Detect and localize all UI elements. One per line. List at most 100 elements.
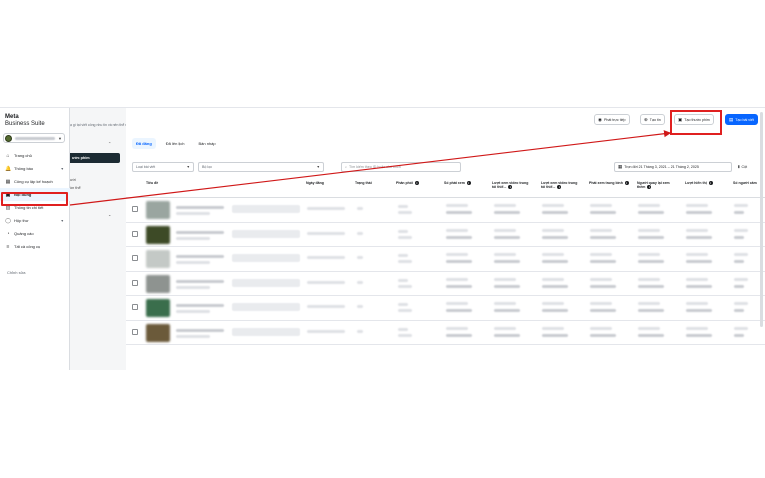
header-reach[interactable]: Lượt hiển thị i xyxy=(685,181,713,185)
table-row[interactable] xyxy=(126,296,765,321)
header-plays[interactable]: Số phát xem i xyxy=(444,181,471,185)
highlight-box-create-reel xyxy=(670,110,722,135)
header-rewatch[interactable]: Người quay lại xem thêm i xyxy=(637,181,677,190)
calendar-icon: ▦ xyxy=(618,164,623,169)
post-thumbnail xyxy=(146,250,170,268)
sidebar-item[interactable]: ⌂ Trang chủ xyxy=(0,149,70,162)
header-status[interactable]: Trạng thái xyxy=(355,181,372,185)
post-date-blurred xyxy=(307,329,345,333)
distribution-sub-blurred xyxy=(398,235,412,239)
sidebar-item[interactable]: ◯ Hộp thư ▼ xyxy=(0,214,70,227)
row-checkbox[interactable] xyxy=(132,230,138,237)
table-row[interactable] xyxy=(126,223,765,247)
header-reach-label: Lượt hiển thị xyxy=(685,181,707,185)
status-filter-select[interactable]: Bộ lọc ▼ xyxy=(198,162,324,172)
metric-value-blurred xyxy=(590,277,612,281)
table-row[interactable] xyxy=(126,321,765,345)
boost-button-blurred xyxy=(232,205,300,213)
menu-icon: ≡ xyxy=(6,243,10,250)
create-story-button[interactable]: ⊕ Tạo tin xyxy=(640,114,665,125)
meta-logo[interactable]: Meta Business Suite xyxy=(5,114,45,127)
sidebar-item[interactable]: ≡ Tất cả công cụ xyxy=(0,240,70,253)
header-views-full[interactable]: Lượt xem video trung tối thiể... i xyxy=(541,181,581,190)
scrollbar[interactable] xyxy=(760,112,763,327)
row-checkbox[interactable] xyxy=(132,206,138,212)
metric-bar-blurred xyxy=(590,235,616,239)
post-caption-blurred xyxy=(176,279,224,283)
table-row[interactable] xyxy=(126,198,765,223)
row-checkbox[interactable] xyxy=(132,279,138,286)
chevron-down-icon[interactable]: ⌄ xyxy=(108,212,111,217)
table-row[interactable] xyxy=(126,272,765,296)
metric-bar-blurred xyxy=(542,333,568,337)
post-type-select[interactable]: Loại bài viết ▼ xyxy=(132,162,194,172)
post-date-blurred xyxy=(307,231,345,235)
subpanel-item[interactable]: ồn thể xyxy=(70,186,81,190)
date-range-picker[interactable]: ▦ Trọn đời 21 Tháng 3, 2021 – 21 Tháng 2… xyxy=(614,162,732,172)
row-checkbox[interactable] xyxy=(132,255,138,261)
metric-value-blurred xyxy=(494,302,516,305)
metric-bar-blurred xyxy=(590,333,616,337)
info-icon[interactable]: i xyxy=(414,181,419,185)
boost-button-blurred xyxy=(232,327,300,336)
post-meta-blurred xyxy=(176,236,210,240)
account-name-blurred xyxy=(15,136,55,140)
post-thumbnail xyxy=(146,225,170,244)
status-filter-label: Bộ lọc xyxy=(202,165,212,169)
go-live-button[interactable]: ◉ Phát trực tiếp xyxy=(594,114,630,125)
metric-value-blurred xyxy=(542,228,564,232)
search-input[interactable]: ⌕ Tìm kiếm theo ID hoặc chú thích xyxy=(341,162,461,172)
sidebar-item[interactable]: ▦ Công cụ lập kế hoạch xyxy=(0,175,70,188)
info-icon[interactable]: i xyxy=(466,181,471,185)
info-icon[interactable]: i xyxy=(647,185,652,190)
sidebar-item[interactable]: ◔ Quảng cáo xyxy=(0,227,70,240)
metric-bar-blurred xyxy=(734,284,744,288)
header-watch-time[interactable]: Phát xem trung bình i xyxy=(589,181,629,185)
info-icon[interactable]: i xyxy=(508,185,513,190)
metric-bar-blurred xyxy=(542,260,568,263)
sidebar-item-label: Thông báo xyxy=(14,166,34,171)
boost-button-blurred xyxy=(232,229,300,238)
info-icon[interactable]: i xyxy=(708,181,713,185)
sidebar-item[interactable]: 🔔 Thông báo ▼ xyxy=(0,162,70,175)
account-switcher[interactable]: ▼ xyxy=(3,133,65,143)
date-range-label: Trọn đời 21 Tháng 3, 2021 – 21 Tháng 2, … xyxy=(624,165,699,169)
tab-published[interactable]: Đã đăng xyxy=(132,138,156,149)
row-checkbox[interactable] xyxy=(132,328,138,335)
create-post-button[interactable]: ▤ Tạo bài viết xyxy=(725,114,758,125)
metric-bar-blurred xyxy=(542,309,568,312)
subpanel-item-reels[interactable]: ước phim xyxy=(70,153,120,163)
info-icon[interactable]: i xyxy=(624,181,629,185)
metric-value-blurred xyxy=(686,302,708,305)
logo-line-2: Business Suite xyxy=(5,120,45,127)
metric-bar-blurred xyxy=(446,211,472,214)
post-status-blurred xyxy=(357,305,363,308)
header-title[interactable]: Tiêu đề xyxy=(146,181,158,185)
subpanel-item[interactable]: ười xyxy=(70,178,76,182)
metric-value-blurred xyxy=(494,277,516,281)
edit-nav-link[interactable]: Chỉnh sửa xyxy=(7,270,25,275)
distribution-sub-blurred xyxy=(398,260,412,263)
post-caption-blurred xyxy=(176,230,224,234)
row-checkbox[interactable] xyxy=(132,304,138,310)
chat-icon: ◯ xyxy=(5,217,11,224)
header-distribution[interactable]: Phân phối i xyxy=(396,181,419,185)
tab-scheduled[interactable]: Đã lên lịch xyxy=(162,138,189,149)
table-row[interactable] xyxy=(126,247,765,272)
banner-text-fragment: ạ gì tại viết công nhu tin và nên thể nữ… xyxy=(70,123,133,127)
metric-bar-blurred xyxy=(734,211,744,214)
tab-drafts[interactable]: Bản nháp xyxy=(194,138,219,149)
metric-bar-blurred xyxy=(446,235,472,239)
distribution-blurred xyxy=(398,205,408,208)
header-views-avg[interactable]: Lượt xem video trung tối thiể... i xyxy=(492,181,532,190)
metric-bar-blurred xyxy=(638,309,664,312)
post-date-blurred xyxy=(307,256,345,259)
distribution-blurred xyxy=(398,327,408,331)
info-icon[interactable]: i xyxy=(557,185,562,190)
metric-value-blurred xyxy=(590,302,612,305)
metric-bar-blurred xyxy=(734,260,744,263)
columns-button[interactable]: ⫴ Cột xyxy=(736,162,749,172)
chevron-up-icon[interactable]: ⌃ xyxy=(108,141,111,146)
header-date[interactable]: Ngày đăng xyxy=(306,181,324,185)
header-more[interactable]: Số người câm xyxy=(733,181,763,185)
